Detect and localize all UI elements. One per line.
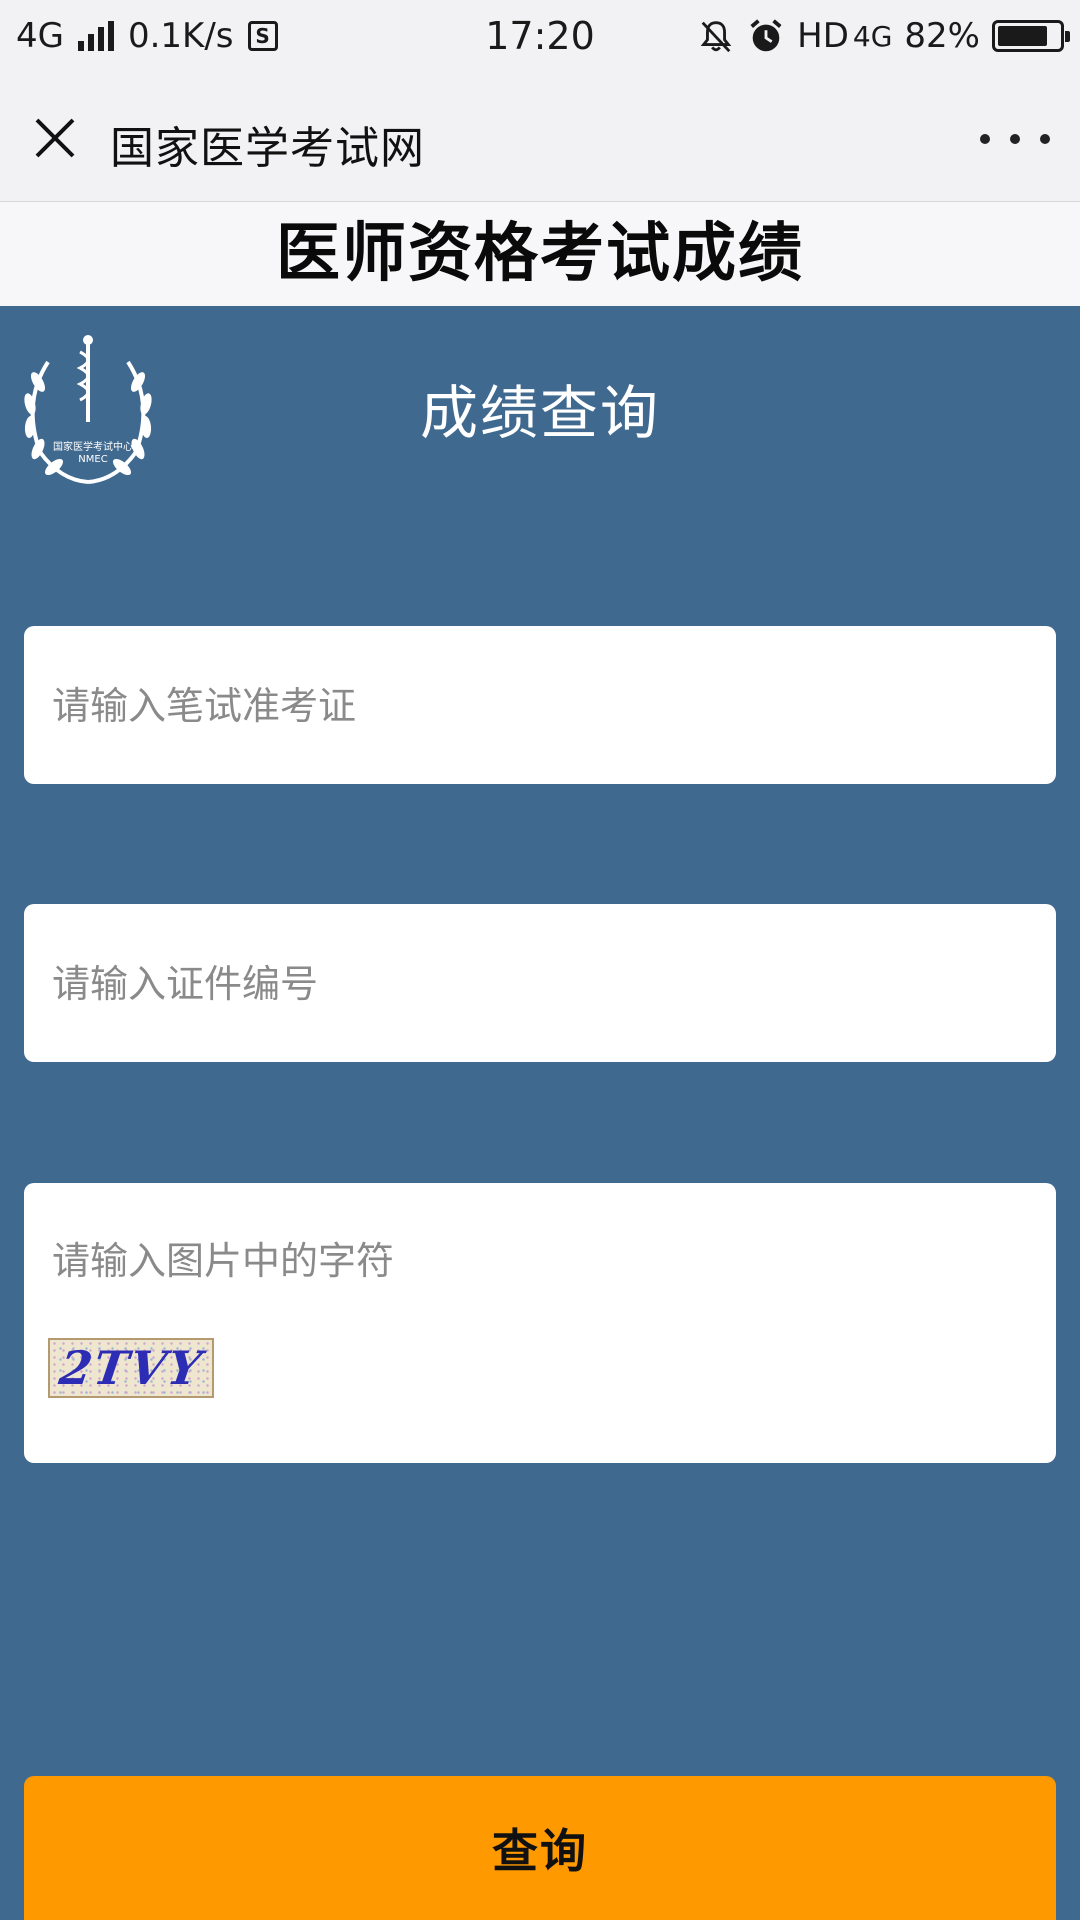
battery-percent: 82%	[904, 16, 980, 56]
more-dot	[980, 134, 990, 144]
logo-text-en: NMEC	[78, 454, 108, 465]
network-right-label: 4G	[852, 19, 893, 53]
exam-ticket-input[interactable]	[50, 676, 1030, 736]
status-right: HD 4G 82%	[697, 16, 1070, 56]
captcha-image[interactable]: 2TVY	[48, 1338, 214, 1398]
captcha-input[interactable]	[50, 1231, 1030, 1291]
id-number-field	[24, 904, 1056, 1062]
more-button[interactable]	[980, 114, 1050, 164]
page-title: 医师资格考试成绩	[0, 202, 1080, 306]
captcha-code: 2TVY	[55, 1341, 207, 1395]
query-panel: 国家医学考试中心 NMEC 成绩查询 2TVY 查询	[0, 306, 1080, 1920]
exam-ticket-field	[24, 626, 1056, 784]
battery-fill	[998, 26, 1048, 46]
hd-4g-indicator: HD 4G	[797, 16, 892, 56]
nav-bar: 国家医学考试网	[0, 76, 1080, 202]
close-icon	[35, 118, 75, 158]
close-button[interactable]	[26, 109, 84, 167]
panel-title: 成绩查询	[419, 379, 660, 447]
mute-icon	[700, 21, 732, 53]
nav-title: 国家医学考试网	[110, 123, 425, 174]
id-number-input[interactable]	[50, 954, 1030, 1014]
captcha-field: 2TVY	[24, 1183, 1056, 1463]
more-dot	[1010, 134, 1020, 144]
more-dot	[1040, 134, 1050, 144]
battery-icon	[992, 20, 1070, 52]
status-bar: 4G 0.1K/s S 17:20 HD 4G 82%	[0, 0, 1080, 76]
hd-label: HD	[797, 16, 849, 56]
query-button[interactable]: 查询	[24, 1776, 1056, 1920]
alarm-icon	[750, 19, 782, 52]
